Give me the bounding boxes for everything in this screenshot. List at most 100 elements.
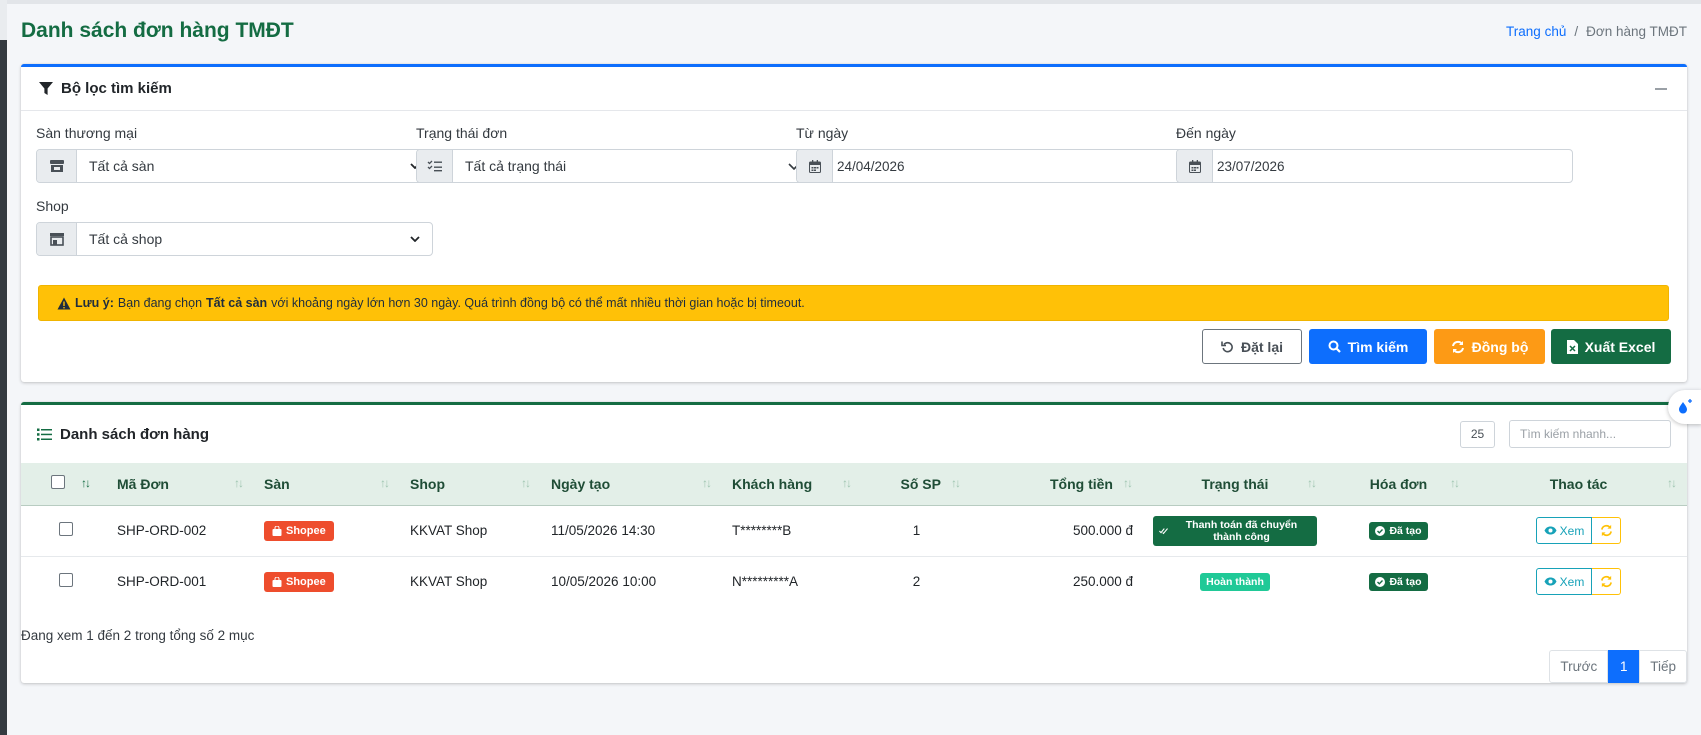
pagination-next[interactable]: Tiếp	[1639, 650, 1687, 683]
status-value: Tất cả trạng thái	[465, 158, 567, 174]
calendar-icon	[797, 150, 833, 182]
chevron-down-icon	[410, 236, 420, 242]
status-badge: Thanh toán đã chuyển thành công	[1153, 515, 1317, 546]
marketplace-select[interactable]: Tất cả sàn	[36, 149, 433, 183]
from-date-value: 24/04/2026	[837, 158, 905, 174]
warning-alert: Lưu ý: Bạn đang chọn Tất cả sàn với khoả…	[38, 285, 1669, 321]
shopping-bag-icon	[272, 525, 282, 536]
sort-icon: ↑↓	[951, 476, 961, 490]
sort-icon: ↑↓	[842, 476, 852, 490]
pagination-prev[interactable]: Trước	[1549, 650, 1609, 683]
file-excel-icon	[1566, 339, 1578, 354]
check-double-icon	[1159, 527, 1168, 534]
alert-prefix: Lưu ý:	[75, 296, 114, 310]
left-sidebar-edge	[0, 0, 7, 735]
alert-text-1: Bạn đang chọn	[117, 296, 203, 310]
sort-icon: ↑↓	[521, 476, 531, 490]
select-all-checkbox[interactable]	[51, 475, 65, 490]
eye-icon	[1544, 577, 1557, 586]
col-qty[interactable]: Số SP ↑↓	[862, 463, 971, 506]
breadcrumb-home-link[interactable]: Trang chủ	[1506, 24, 1566, 39]
content-header: Danh sách đơn hàng TMĐT Trang chủ / Đơn …	[21, 14, 1687, 48]
pagination: Trước 1 Tiếp	[1549, 650, 1687, 683]
list-check-icon	[417, 150, 453, 182]
row-checkbox[interactable]	[59, 522, 73, 536]
item-count: 1	[912, 523, 921, 538]
to-date-label: Đến ngày	[1176, 125, 1236, 141]
view-button[interactable]: Xem	[1536, 517, 1592, 544]
created-at: 11/05/2026 14:30	[551, 523, 656, 538]
check-circle-icon	[1375, 576, 1386, 587]
shop-label: Shop	[36, 198, 69, 214]
shop-value: Tất cả shop	[89, 231, 163, 247]
export-label: Xuất Excel	[1584, 338, 1656, 355]
sync-icon	[1600, 576, 1612, 588]
marketplace-label: Sàn thương mại	[36, 125, 138, 141]
status-field: Trạng thái đơn Tất cả trạng thái	[416, 125, 813, 183]
list-icon	[37, 428, 52, 440]
resync-button[interactable]	[1592, 568, 1621, 596]
col-status[interactable]: Trạng thái ↑↓	[1143, 463, 1327, 506]
shop-name: KKVAT Shop	[410, 574, 488, 590]
col-code[interactable]: Mã Đơn ↑↓	[107, 463, 254, 506]
filter-icon	[39, 81, 53, 95]
pagination-page-1[interactable]: 1	[1608, 650, 1640, 683]
col-created[interactable]: Ngày tạo ↑↓	[541, 463, 722, 506]
row-checkbox[interactable]	[59, 573, 73, 588]
page-size-select[interactable]: 25	[1460, 420, 1495, 448]
marketplace-field: Sàn thương mại Tất cả sàn	[36, 125, 433, 183]
col-market[interactable]: Sàn ↑↓	[254, 463, 400, 506]
col-shop[interactable]: Shop ↑↓	[400, 463, 541, 506]
marketplace-value: Tất cả sàn	[89, 158, 155, 174]
to-date-input[interactable]: 23/07/2026	[1176, 149, 1573, 183]
shop-select[interactable]: Tất cả shop	[36, 222, 433, 256]
breadcrumb: Trang chủ / Đơn hàng TMĐT	[1506, 24, 1687, 39]
search-button[interactable]: Tìm kiếm	[1309, 329, 1427, 364]
orders-card: Danh sách đơn hàng 25 Tìm kiếm nhanh... …	[21, 402, 1687, 683]
col-invoice[interactable]: Hóa đơn ↑↓	[1327, 463, 1470, 506]
filter-card-title: Bộ lọc tìm kiếm	[39, 80, 172, 97]
sync-label: Đồng bộ	[1471, 338, 1529, 355]
from-date-input[interactable]: 24/04/2026	[796, 149, 1193, 183]
orders-card-title: Danh sách đơn hàng	[37, 426, 209, 443]
col-customer[interactable]: Khách hàng ↑↓	[722, 463, 862, 506]
breadcrumb-current: Đơn hàng TMĐT	[1586, 23, 1687, 39]
sort-icon: ↑↓	[1307, 476, 1317, 490]
orders-title-text: Danh sách đơn hàng	[60, 425, 210, 443]
collapse-icon[interactable]	[1655, 87, 1667, 90]
to-date-field: Đến ngày 23/07/2026	[1176, 125, 1573, 183]
search-icon	[1328, 340, 1341, 353]
reset-button[interactable]: Đặt lại	[1202, 329, 1302, 364]
calendar-icon	[1177, 150, 1213, 182]
resync-button[interactable]	[1592, 517, 1621, 544]
export-excel-button[interactable]: Xuất Excel	[1551, 329, 1671, 364]
quick-search-input[interactable]: Tìm kiếm nhanh...	[1509, 420, 1671, 448]
sort-icon: ↑↓	[380, 476, 390, 490]
warning-triangle-icon	[57, 297, 71, 309]
sort-icon: ↑↓	[702, 476, 712, 490]
table-info: Đang xem 1 đến 2 trong tổng số 2 mục	[21, 628, 255, 643]
created-at: 10/05/2026 10:00	[551, 574, 657, 590]
status-select[interactable]: Tất cả trạng thái	[416, 149, 813, 183]
sync-button[interactable]: Đồng bộ	[1434, 329, 1545, 364]
filter-card-header: Bộ lọc tìm kiếm	[21, 67, 1687, 111]
item-count: 2	[912, 574, 921, 590]
droplet-sparkle-icon	[1679, 399, 1692, 414]
shop-name: KKVAT Shop	[410, 523, 488, 538]
shopee-badge: Shopee	[264, 571, 334, 592]
sync-icon	[1451, 340, 1464, 353]
col-actions[interactable]: Thao tác ↑↓	[1470, 463, 1687, 506]
order-total: 250.000 đ	[1072, 574, 1133, 590]
sort-icon: ↑↓	[1123, 476, 1133, 490]
status-badge: Hoàn thành	[1200, 572, 1270, 591]
view-button[interactable]: Xem	[1536, 568, 1592, 596]
order-code: SHP-ORD-002	[117, 523, 207, 538]
to-date-value: 23/07/2026	[1217, 158, 1285, 174]
status-label: Trạng thái đơn	[416, 125, 508, 141]
customer-name: N*********A	[732, 574, 799, 590]
order-total: 500.000 đ	[1072, 523, 1133, 538]
page-title: Danh sách đơn hàng TMĐT	[21, 19, 294, 42]
col-total[interactable]: Tổng tiền ↑↓	[971, 463, 1143, 506]
floating-theme-button[interactable]	[1668, 390, 1701, 424]
sort-asc-icon[interactable]: ↑↓	[81, 476, 91, 490]
